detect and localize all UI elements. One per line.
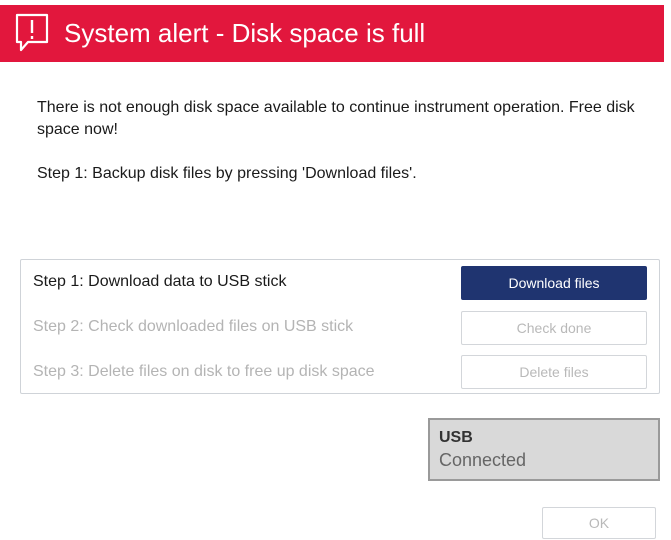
download-files-button[interactable]: Download files <box>461 266 647 300</box>
alert-exclamation-icon <box>15 13 49 52</box>
check-done-button[interactable]: Check done <box>461 311 647 345</box>
usb-status-title: USB <box>439 429 473 446</box>
usb-status-indicator: USB Connected <box>428 418 660 481</box>
alert-message-text: There is not enough disk space available… <box>37 99 635 138</box>
alert-title: System alert - Disk space is full <box>64 18 426 48</box>
alert-title-bar: System alert - Disk space is full <box>0 5 664 62</box>
step-1-label: Step 1: Download data to USB stick <box>33 273 287 290</box>
ok-button[interactable]: OK <box>542 507 656 539</box>
steps-panel: Step 1: Download data to USB stick Downl… <box>20 259 660 394</box>
delete-files-button[interactable]: Delete files <box>461 355 647 389</box>
alert-instruction-text: Step 1: Backup disk files by pressing 'D… <box>37 165 417 182</box>
step-2-label: Step 2: Check downloaded files on USB st… <box>33 318 354 335</box>
usb-status-value: Connected <box>439 450 527 470</box>
step-3-label: Step 3: Delete files on disk to free up … <box>33 363 375 380</box>
alert-message: There is not enough disk space available… <box>37 97 637 185</box>
